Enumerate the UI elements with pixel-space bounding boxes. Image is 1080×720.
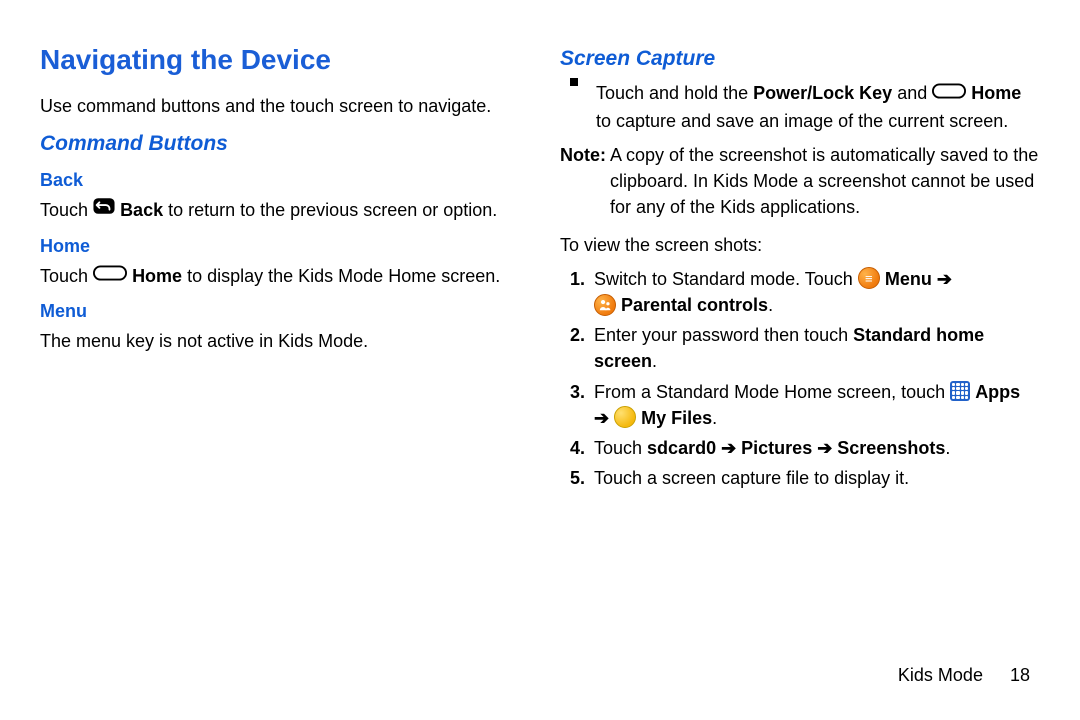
back-desc: Touch Back to return to the previous scr… [40,197,520,224]
myfiles-icon [614,406,636,428]
home-pill-icon [932,80,966,106]
to-view-label: To view the screen shots: [560,232,1040,258]
s3-period: . [712,408,717,428]
back-icon [93,196,115,222]
note-label: Note: [560,142,610,220]
home-desc-post: to display the Kids Mode Home screen. [182,266,500,286]
page-title: Navigating the Device [40,40,520,81]
apps-icon [950,381,970,401]
back-desc-pre: Touch [40,200,93,220]
step-3: From a Standard Mode Home screen, touch … [590,379,1040,431]
bullet-mid: and [892,83,932,103]
s3-pre: From a Standard Mode Home screen, touch [594,382,950,402]
s4-bold: sdcard0 ➔ Pictures ➔ Screenshots [647,438,945,458]
note-text: A copy of the screenshot is automaticall… [610,142,1040,220]
s4-period: . [945,438,950,458]
footer-section: Kids Mode [898,665,983,685]
intro-text: Use command buttons and the touch screen… [40,93,520,119]
s4-pre: Touch [594,438,647,458]
menu-heading: Menu [40,298,520,324]
right-column: Screen Capture Touch and hold the Power/… [560,40,1040,680]
s1-menu-bold: Menu [885,269,932,289]
home-desc-bold: Home [132,266,182,286]
menu-desc: The menu key is not active in Kids Mode. [40,328,520,354]
back-desc-bold: Back [120,200,163,220]
command-buttons-heading: Command Buttons [40,129,520,159]
s2-period: . [652,351,657,371]
home-desc: Touch Home to display the Kids Mode Home… [40,263,520,290]
bullet-bold2: Home [971,83,1021,103]
bullet-bold1: Power/Lock Key [753,83,892,103]
s3-apps-bold: Apps [975,382,1020,402]
step-5: Touch a screen capture file to display i… [590,465,1040,491]
bullet-pre: Touch and hold the [596,83,753,103]
s1-pre: Switch to Standard mode. Touch [594,269,858,289]
s1-parental-bold: Parental controls [621,295,768,315]
left-column: Navigating the Device Use command button… [40,40,520,680]
bullet-tail: to capture and save an image of the curr… [596,111,1008,131]
footer-page-number: 18 [1010,665,1030,685]
back-heading: Back [40,167,520,193]
step-1: Switch to Standard mode. Touch ≡ Menu ➔ … [590,266,1040,318]
home-pill-icon [93,262,127,288]
s1-period: . [768,295,773,315]
note-block: Note: A copy of the screenshot is automa… [560,142,1040,220]
back-desc-post: to return to the previous screen or opti… [163,200,497,220]
s3-myfiles-bold: My Files [641,408,712,428]
menu-icon: ≡ [858,267,880,289]
home-desc-pre: Touch [40,266,93,286]
steps-list: Switch to Standard mode. Touch ≡ Menu ➔ … [560,266,1040,491]
screen-capture-heading: Screen Capture [560,44,1040,74]
page-footer: Kids Mode 18 [898,662,1030,688]
step-4: Touch sdcard0 ➔ Pictures ➔ Screenshots. [590,435,1040,461]
parental-icon [594,294,616,316]
s3-arrow: ➔ [594,408,614,428]
capture-bullet: Touch and hold the Power/Lock Key and Ho… [560,80,1040,133]
s2-pre: Enter your password then touch [594,325,853,345]
square-bullet-icon [570,78,578,86]
step-2: Enter your password then touch Standard … [590,322,1040,374]
s1-arrow: ➔ [932,269,952,289]
home-heading: Home [40,233,520,259]
